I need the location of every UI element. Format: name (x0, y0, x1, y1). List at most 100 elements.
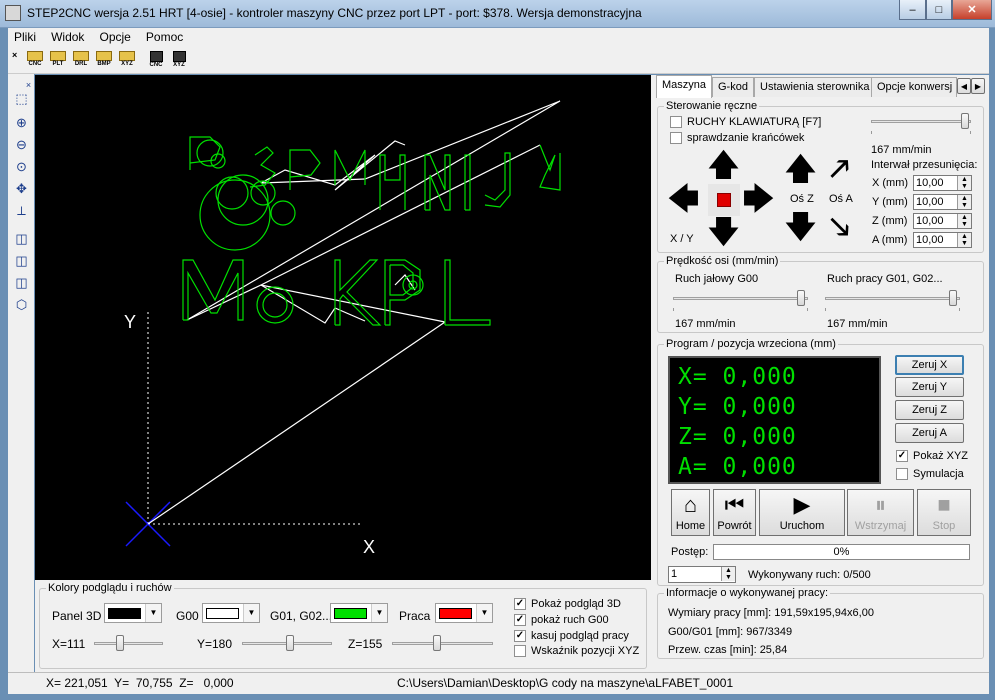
open-plt-button[interactable]: PLT (47, 51, 69, 73)
panel3d-label: Panel 3D (52, 609, 102, 623)
spin-arrows-icon[interactable]: ▲ ▼ (957, 214, 971, 228)
a-interval-input[interactable]: 10,00 ▲ ▼ (913, 232, 972, 248)
select-region-icon[interactable]: ⬚ (13, 90, 30, 107)
spin-arrows-icon[interactable]: ▲ ▼ (721, 567, 735, 581)
open-xyz-button[interactable]: XYZ (116, 51, 138, 73)
g01-color-label: G01, G02... (270, 609, 333, 623)
save-xyz-button[interactable]: XYZ (168, 51, 190, 73)
panel3d-color-select[interactable]: ▼ (104, 603, 162, 623)
home-button[interactable]: ⌂ Home (671, 489, 710, 536)
back-button[interactable]: ⏮ Powrót (713, 489, 756, 536)
open-cnc-button[interactable]: CNC (24, 51, 46, 73)
g00-color-select[interactable]: ▼ (202, 603, 260, 623)
keyboard-moves-checkbox[interactable]: RUCHY KLAWIATURĄ [F7] (670, 116, 821, 128)
show-g00-checkbox[interactable]: ✓ pokaż ruch G00 (514, 614, 609, 626)
move-y-minus-button[interactable]: 🡇 (707, 216, 740, 249)
clear-preview-checkbox[interactable]: ✓ kasuj podgląd pracy (514, 630, 629, 642)
step-input[interactable]: 1 ▲ ▼ (668, 566, 736, 583)
keyboard-moves-label: RUCHY KLAWIATURĄ [F7] (687, 116, 822, 128)
simulation-checkbox[interactable]: Symulacja (896, 468, 964, 480)
y-interval-input[interactable]: 10,00 ▲ ▼ (913, 194, 972, 210)
z-rotation-label: Z=155 (348, 637, 383, 651)
view-3d-top-icon[interactable]: ◫ (13, 274, 30, 291)
praca-color-select[interactable]: ▼ (435, 603, 493, 623)
g01-color-select[interactable]: ▼ (330, 603, 388, 623)
move-y-plus-button[interactable]: 🡅 (707, 149, 740, 182)
show-xyz-checkbox[interactable]: ✓ Pokaż XYZ (896, 450, 968, 462)
open-bmp-button[interactable]: BMP (93, 51, 115, 73)
g00-swatch (206, 608, 239, 619)
chevron-down-icon: ▼ (371, 604, 387, 622)
show-xyz-label: Pokaż XYZ (913, 450, 969, 462)
manual-speed-thumb[interactable] (961, 113, 969, 129)
x-interval-input[interactable]: 10,00 ▲ ▼ (913, 175, 972, 191)
stop-move-button[interactable] (708, 184, 740, 216)
view-3d-side-icon[interactable]: ◫ (13, 252, 30, 269)
zero-a-button[interactable]: Zeruj A (895, 423, 964, 443)
x-rotation-slider[interactable] (94, 635, 163, 651)
close-button[interactable]: ✕ (952, 0, 992, 20)
x-rotation-thumb[interactable] (116, 635, 124, 651)
spin-arrows-icon[interactable]: ▲ ▼ (957, 233, 971, 247)
show-3d-preview-label: Pokaż podgląd 3D (531, 598, 621, 610)
tab-scroll-left-icon[interactable]: ◀ (957, 78, 971, 94)
pause-button[interactable]: ⏸ Wstrzymaj (847, 489, 914, 536)
zero-z-button[interactable]: Zeruj Z (895, 400, 964, 420)
tab-maszyna[interactable]: Maszyna (656, 75, 713, 98)
move-a-minus-button[interactable]: 🡖 (823, 211, 856, 244)
run-button[interactable]: ▶ Uruchom (759, 489, 845, 536)
move-a-plus-button[interactable]: 🡕 (823, 153, 856, 186)
limit-check-checkbox[interactable]: sprawdzanie krańcówek (670, 132, 804, 144)
zero-y-button[interactable]: Zeruj Y (895, 377, 964, 397)
show-3d-preview-checkbox[interactable]: ✓ Pokaż podgląd 3D (514, 598, 621, 610)
tab-gkod[interactable]: G-kod (712, 77, 754, 97)
menu-widok[interactable]: Widok (45, 28, 90, 46)
zero-x-button[interactable]: Zeruj X (895, 355, 964, 375)
tab-scroll-right-icon[interactable]: ▶ (971, 78, 985, 94)
g01-speed-thumb[interactable] (949, 290, 957, 306)
checkbox-box (670, 116, 682, 128)
g00-speed-thumb[interactable] (797, 290, 805, 306)
praca-color-label: Praca (399, 609, 431, 623)
move-x-plus-button[interactable]: 🡆 (742, 183, 775, 216)
stop-button[interactable]: ■ Stop (917, 489, 971, 536)
view-3d-front-icon[interactable]: ◫ (13, 230, 30, 247)
minimize-button[interactable]: – (899, 0, 926, 20)
open-drl-button[interactable]: DRL (70, 51, 92, 73)
tab-opcje-konwersji[interactable]: Opcje konwersj (871, 77, 957, 97)
g01-swatch (334, 608, 367, 619)
title-bar[interactable]: STEP2CNC wersja 2.51 HRT [4-osie] - kont… (0, 0, 995, 28)
y-interval-label: Y (mm) (872, 196, 908, 208)
spin-arrows-icon[interactable]: ▲ ▼ (957, 195, 971, 209)
zoom-out-icon[interactable]: ⊖ (13, 136, 30, 153)
tab-ustawienia[interactable]: Ustawienia sterownika (754, 77, 876, 97)
g00-speed-slider[interactable] (673, 290, 808, 311)
view-3d-iso-icon[interactable]: ⬡ (13, 296, 30, 313)
open-plt-label: PLT (52, 61, 64, 67)
y-rotation-thumb[interactable] (286, 635, 294, 651)
manual-speed-slider[interactable] (871, 113, 971, 134)
spin-arrows-icon[interactable]: ▲ ▼ (957, 176, 971, 190)
pan-icon[interactable]: ✥ (13, 180, 30, 197)
g01-speed-slider[interactable] (825, 290, 960, 311)
z-rotation-thumb[interactable] (433, 635, 441, 651)
maximize-button[interactable]: □ (926, 0, 952, 20)
zoom-fit-icon[interactable]: ⊙ (13, 158, 30, 175)
axis-a-label: Oś A (829, 193, 853, 205)
move-x-minus-button[interactable]: 🡄 (667, 183, 700, 216)
move-z-minus-button[interactable]: 🡇 (784, 211, 817, 244)
toolpath-preview[interactable]: Y X (35, 75, 651, 580)
y-rotation-slider[interactable] (242, 635, 332, 651)
z-rotation-slider[interactable] (392, 635, 493, 651)
zoom-in-icon[interactable]: ⊕ (13, 114, 30, 131)
z-interval-input[interactable]: 10,00 ▲ ▼ (913, 213, 972, 229)
toolbar-close-icon[interactable]: × (12, 50, 17, 60)
menu-pomoc[interactable]: Pomoc (140, 28, 189, 46)
axes-icon[interactable]: ⟂ (13, 202, 30, 219)
xyz-indicator-checkbox[interactable]: Wskaźnik pozycji XYZ (514, 645, 639, 657)
move-z-plus-button[interactable]: 🡅 (784, 153, 817, 186)
home-label: Home (675, 520, 706, 532)
save-cnc-button[interactable]: CNC (145, 51, 167, 73)
menu-pliki[interactable]: Pliki (8, 28, 42, 46)
menu-opcje[interactable]: Opcje (93, 28, 136, 46)
